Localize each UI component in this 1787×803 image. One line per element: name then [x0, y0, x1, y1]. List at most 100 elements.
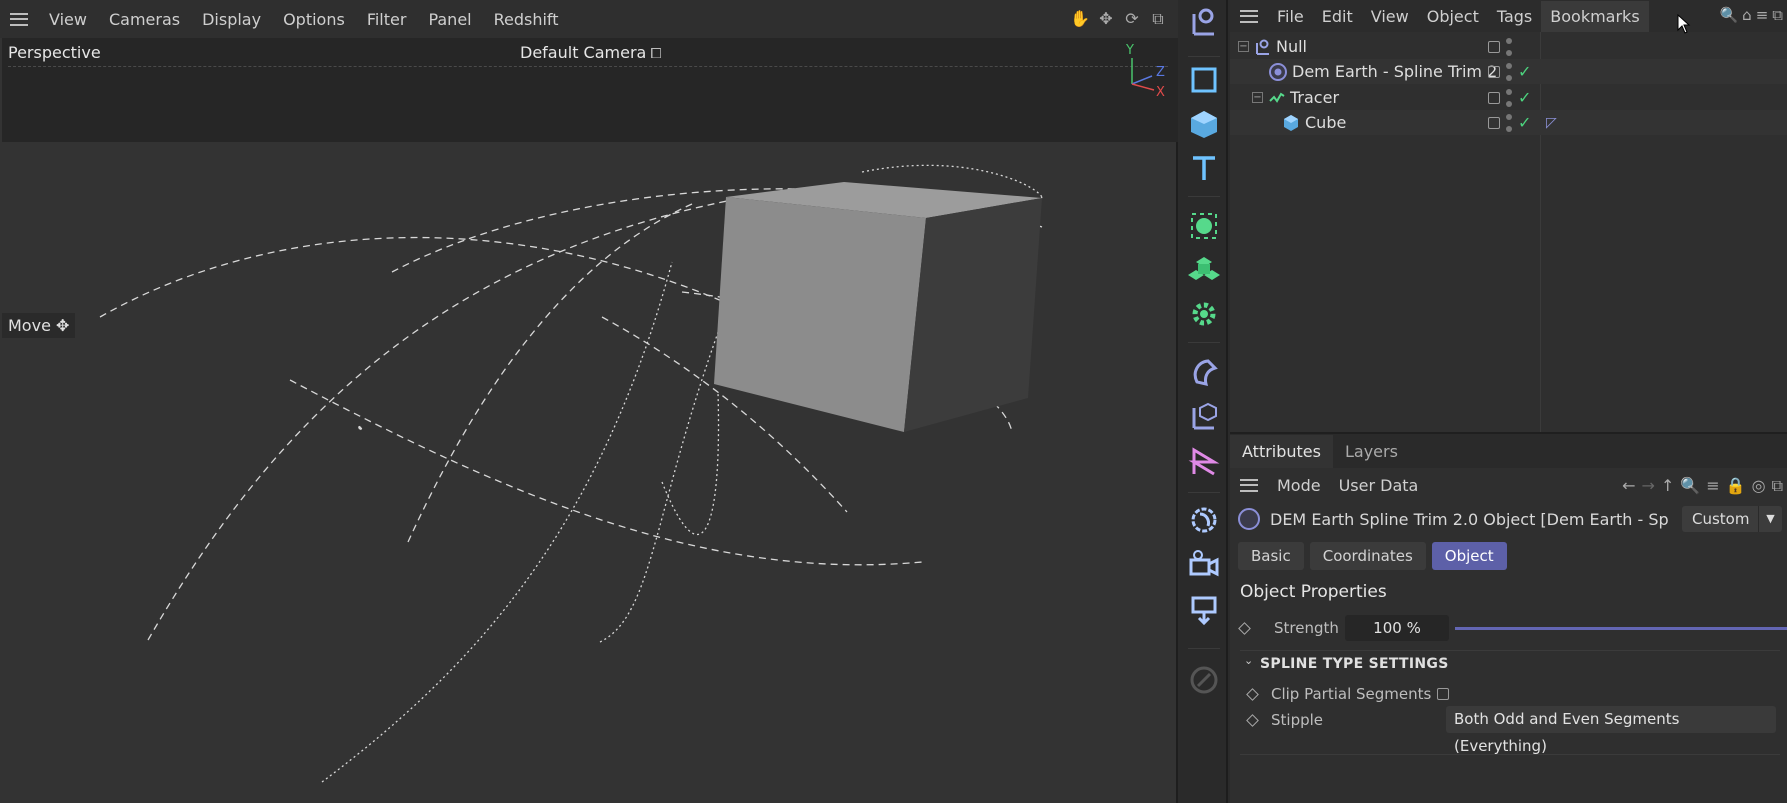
cloner-button[interactable]: [1184, 206, 1224, 246]
safe-frame-line: [8, 66, 1168, 67]
om-menu-file[interactable]: File: [1268, 7, 1313, 26]
sketch-button[interactable]: [1184, 660, 1224, 700]
target-icon[interactable]: ◎: [1752, 476, 1766, 496]
collapse-toggle-icon[interactable]: −: [1252, 92, 1263, 103]
phong-tag-icon[interactable]: ◸: [1546, 115, 1557, 131]
visibility-dots-icon[interactable]: [1506, 37, 1512, 56]
home-icon[interactable]: ⌂: [1742, 6, 1752, 24]
viewport-menu-display[interactable]: Display: [191, 10, 272, 29]
environment-button[interactable]: [1184, 500, 1224, 540]
keyframe-diamond-icon[interactable]: [1238, 621, 1251, 635]
move-view-icon[interactable]: ✥: [1096, 9, 1116, 29]
stipple-dropdown[interactable]: Both Odd and Even Segments (Everything): [1446, 706, 1776, 755]
viewport-menu-options[interactable]: Options: [272, 10, 356, 29]
field-button[interactable]: [1184, 396, 1224, 436]
object-manager-menu-icon[interactable]: [1240, 9, 1258, 23]
viewport-menu-view[interactable]: View: [38, 10, 98, 29]
new-window-icon[interactable]: ⧉: [1772, 6, 1783, 24]
pan-hand-icon[interactable]: ✋: [1070, 9, 1090, 29]
editor-visibility-icon[interactable]: [1488, 40, 1500, 53]
enabled-check-icon[interactable]: ✓: [1518, 62, 1531, 81]
visibility-dots-icon[interactable]: [1506, 62, 1512, 81]
filter-icon[interactable]: ≡: [1706, 476, 1719, 496]
toggle-layout-icon[interactable]: ⧉: [1148, 9, 1168, 29]
spline-rectangle-button[interactable]: [1184, 60, 1224, 100]
viewport-menu-filter[interactable]: Filter: [356, 10, 418, 29]
om-menu-bookmarks[interactable]: Bookmarks: [1541, 0, 1649, 32]
new-window-icon[interactable]: ⧉: [1772, 476, 1783, 496]
effector-button[interactable]: [1184, 294, 1224, 334]
clip-checkbox[interactable]: [1437, 688, 1449, 700]
light-button[interactable]: [1184, 590, 1224, 630]
camera-selector[interactable]: Default Camera ⧠: [520, 43, 662, 62]
search-icon[interactable]: 🔍: [1680, 476, 1700, 496]
om-menu-object[interactable]: Object: [1418, 7, 1488, 26]
visibility-dots-icon[interactable]: [1506, 113, 1512, 132]
editor-visibility-icon[interactable]: [1488, 116, 1500, 129]
keyframe-diamond-icon[interactable]: [1246, 687, 1259, 701]
deformer-button[interactable]: [1184, 352, 1224, 392]
object-row[interactable]: Dem Earth - Spline Trim 2 ✓: [1230, 59, 1787, 84]
attr-menu-mode[interactable]: Mode: [1268, 476, 1330, 495]
preset-dropdown[interactable]: Custom ▼: [1682, 506, 1782, 532]
scene-canvas[interactable]: [2, 142, 1178, 803]
cube-mesh[interactable]: [714, 182, 1042, 432]
object-row[interactable]: − Tracer ✓: [1230, 85, 1787, 110]
axis-gizmo: Y Z X: [1125, 44, 1165, 99]
subtab-basic[interactable]: Basic: [1238, 542, 1304, 570]
strength-input[interactable]: 100 %: [1345, 615, 1449, 641]
om-menu-view[interactable]: View: [1362, 7, 1418, 26]
object-row[interactable]: − Null: [1230, 34, 1787, 59]
visibility-dots-icon[interactable]: [1506, 88, 1512, 107]
dem-earth-icon: [1238, 508, 1260, 530]
object-name[interactable]: Null: [1276, 37, 1307, 56]
back-arrow-icon[interactable]: ←: [1622, 476, 1635, 496]
enabled-check-icon[interactable]: ✓: [1518, 88, 1531, 107]
spline-path: [661, 391, 720, 535]
object-name[interactable]: Tracer: [1290, 88, 1339, 107]
editor-visibility-icon[interactable]: [1488, 65, 1500, 78]
subtab-object[interactable]: Object: [1431, 542, 1507, 570]
up-arrow-icon[interactable]: ↑: [1661, 476, 1674, 496]
tab-layers[interactable]: Layers: [1333, 435, 1410, 468]
viewport-menu-cameras[interactable]: Cameras: [98, 10, 191, 29]
tab-attributes[interactable]: Attributes: [1230, 435, 1333, 468]
cube-button[interactable]: [1184, 104, 1224, 144]
viewport-menu-redshift[interactable]: Redshift: [483, 10, 570, 29]
om-menu-tags[interactable]: Tags: [1488, 7, 1541, 26]
strength-slider[interactable]: [1455, 627, 1787, 630]
text-button[interactable]: [1184, 148, 1224, 188]
attr-menu-user-data[interactable]: User Data: [1330, 476, 1428, 495]
view-name-label[interactable]: Perspective: [8, 43, 101, 62]
attributes-menu-icon[interactable]: [1240, 478, 1258, 492]
camera-button[interactable]: [1184, 544, 1224, 584]
subtab-coordinates[interactable]: Coordinates: [1309, 542, 1426, 570]
object-name[interactable]: Cube: [1305, 113, 1346, 132]
om-menu-edit[interactable]: Edit: [1313, 7, 1362, 26]
null-tool-button[interactable]: [1184, 2, 1224, 42]
viewport-menu-panel[interactable]: Panel: [417, 10, 482, 29]
object-row[interactable]: Cube ✓ ◸: [1230, 110, 1787, 135]
enabled-check-icon[interactable]: ✓: [1518, 113, 1531, 132]
attributes-header: DEM Earth Spline Trim 2.0 Object [Dem Ea…: [1230, 504, 1787, 534]
strength-param: Strength 100 %: [1238, 614, 1787, 642]
collapse-toggle-icon[interactable]: −: [1238, 41, 1249, 52]
lock-icon[interactable]: 🔒: [1726, 476, 1746, 496]
orbit-icon[interactable]: ⟳: [1122, 9, 1142, 29]
editor-visibility-icon[interactable]: [1488, 91, 1500, 104]
filter-icon[interactable]: ≡: [1756, 6, 1769, 24]
chevron-down-icon[interactable]: ⌄: [1244, 654, 1253, 667]
keyframe-diamond-icon[interactable]: [1246, 713, 1259, 727]
chevron-down-icon[interactable]: ▼: [1758, 506, 1782, 532]
spline-type-group[interactable]: ⌄ SPLINE TYPE SETTINGS: [1240, 652, 1780, 678]
om-toolbar: 🔍 ⌂ ≡ ⧉: [1719, 6, 1783, 24]
object-name[interactable]: Dem Earth - Spline Trim 2: [1292, 62, 1497, 81]
forward-arrow-icon[interactable]: →: [1642, 476, 1655, 496]
generator-button[interactable]: [1184, 442, 1224, 482]
fracture-button[interactable]: [1184, 250, 1224, 290]
search-icon[interactable]: 🔍: [1719, 6, 1738, 24]
light-object-icon: [1191, 596, 1217, 626]
viewport-menu-icon[interactable]: [10, 12, 28, 26]
viewport-panel[interactable]: View Cameras Display Options Filter Pane…: [0, 0, 1178, 803]
attributes-manager: Attributes Layers Mode User Data ← → ↑ 🔍…: [1230, 432, 1787, 803]
